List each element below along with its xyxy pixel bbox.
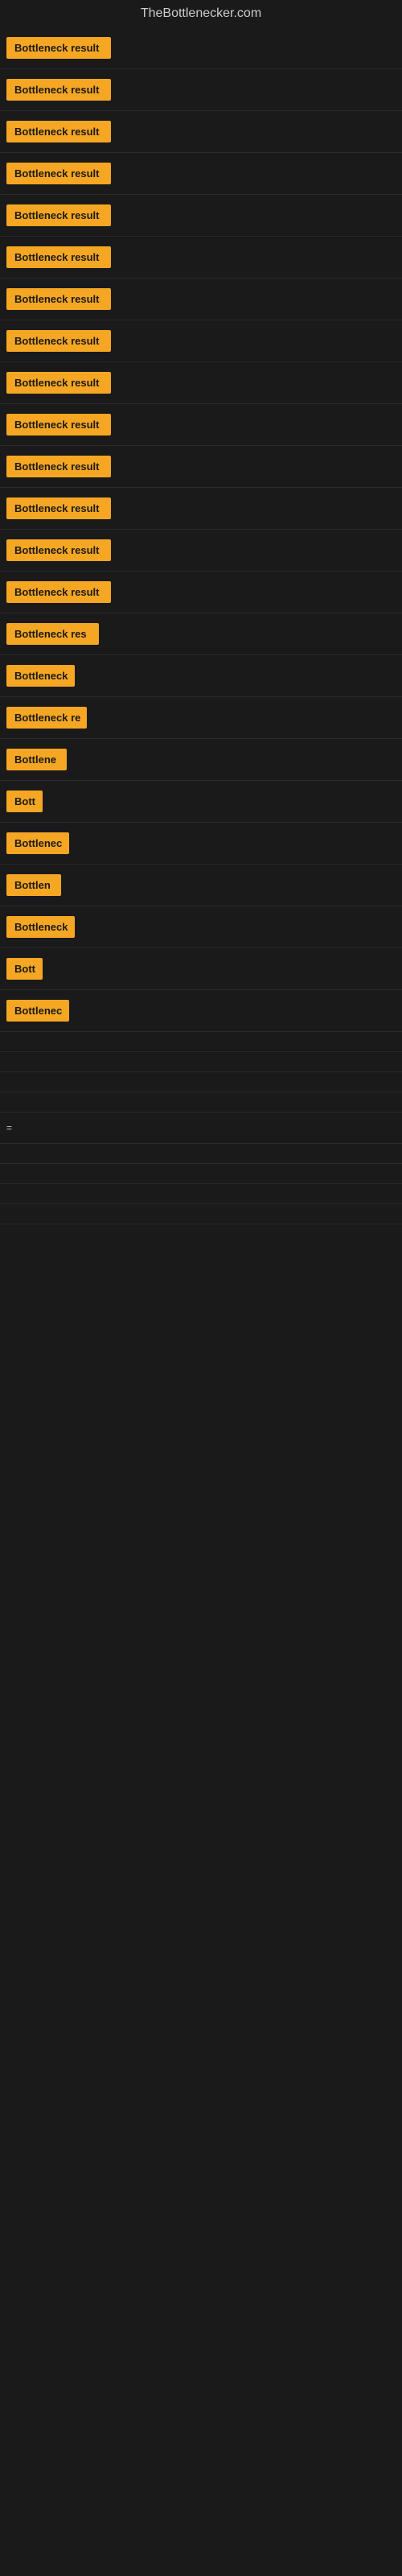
list-item: Bottleneck result <box>0 279 402 320</box>
bottleneck-result-badge[interactable]: Bottleneck result <box>6 204 111 226</box>
bottleneck-result-badge[interactable]: Bottlene <box>6 749 67 770</box>
bottleneck-result-badge[interactable]: Bottleneck result <box>6 79 111 101</box>
bottleneck-result-badge[interactable]: Bottleneck result <box>6 497 111 519</box>
list-item: Bott <box>0 948 402 990</box>
bottleneck-result-badge[interactable]: Bottlen <box>6 874 61 896</box>
list-item: Bottleneck result <box>0 488 402 530</box>
list-item: Bottleneck result <box>0 362 402 404</box>
bottleneck-result-badge[interactable]: Bottleneck result <box>6 163 111 184</box>
list-item: Bottleneck result <box>0 446 402 488</box>
list-item: Bottleneck re <box>0 697 402 739</box>
list-item: Bottleneck result <box>0 237 402 279</box>
bottleneck-result-badge[interactable]: Bottleneck result <box>6 372 111 394</box>
list-item <box>0 1204 402 1224</box>
bottleneck-result-badge[interactable]: Bottleneck res <box>6 623 99 645</box>
list-item: Bottleneck result <box>0 320 402 362</box>
list-item: Bottleneck result <box>0 195 402 237</box>
list-item: Bottleneck result <box>0 530 402 572</box>
list-item <box>0 1052 402 1072</box>
bottleneck-result-badge[interactable]: Bottleneck <box>6 665 75 687</box>
bottleneck-result-badge[interactable]: Bottleneck result <box>6 581 111 603</box>
list-item: Bottleneck result <box>0 69 402 111</box>
list-item: Bottleneck res <box>0 613 402 655</box>
bottleneck-result-badge[interactable]: Bott <box>6 791 43 812</box>
bottleneck-result-badge[interactable]: Bottleneck result <box>6 539 111 561</box>
list-item: Bottleneck <box>0 906 402 948</box>
list-item: Bottlene <box>0 739 402 781</box>
list-item: Bottleneck <box>0 655 402 697</box>
bottleneck-result-badge[interactable]: Bottleneck result <box>6 246 111 268</box>
list-item <box>0 1092 402 1113</box>
bottleneck-result-badge[interactable]: Bottleneck result <box>6 414 111 436</box>
bottleneck-result-badge[interactable]: Bottleneck result <box>6 37 111 59</box>
site-title: TheBottlenecker.com <box>0 0 402 27</box>
list-item <box>0 1072 402 1092</box>
bottleneck-result-badge[interactable]: Bottleneck result <box>6 121 111 142</box>
list-item: Bottleneck result <box>0 111 402 153</box>
site-header: TheBottlenecker.com <box>0 0 402 27</box>
bottleneck-result-badge[interactable]: Bottleneck <box>6 916 75 938</box>
bottleneck-result-badge[interactable]: Bott <box>6 958 43 980</box>
list-item <box>0 1032 402 1052</box>
list-item: Bottlen <box>0 865 402 906</box>
list-item <box>0 1144 402 1164</box>
list-item: Bottlenec <box>0 990 402 1032</box>
bottleneck-result-badge[interactable]: Bottleneck result <box>6 330 111 352</box>
list-item: Bottleneck result <box>0 153 402 195</box>
list-item: Bottlenec <box>0 823 402 865</box>
bottleneck-result-badge[interactable]: Bottlenec <box>6 1000 69 1022</box>
small-indicator: = <box>6 1122 12 1133</box>
list-item: Bottleneck result <box>0 572 402 613</box>
list-item <box>0 1184 402 1204</box>
list-item <box>0 1164 402 1184</box>
list-item: = <box>0 1113 402 1144</box>
list-item: Bott <box>0 781 402 823</box>
bottleneck-result-badge[interactable]: Bottleneck result <box>6 456 111 477</box>
list-item: Bottleneck result <box>0 27 402 69</box>
bottleneck-result-badge[interactable]: Bottleneck re <box>6 707 87 729</box>
list-item: Bottleneck result <box>0 404 402 446</box>
bottleneck-result-badge[interactable]: Bottleneck result <box>6 288 111 310</box>
bottleneck-result-badge[interactable]: Bottlenec <box>6 832 69 854</box>
